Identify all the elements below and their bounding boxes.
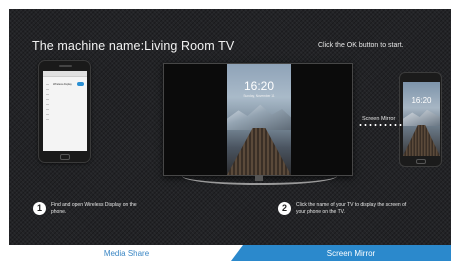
phone-home-button [416, 159, 426, 164]
mountain-image [227, 104, 291, 130]
tv-mirrored-phone-screen: 16:20 Sunday, November 11 [227, 64, 291, 175]
wireless-display-toggle [77, 82, 84, 86]
ok-hint-text: Click the OK button to start. [318, 42, 404, 49]
phone-home-button [60, 154, 70, 160]
pier-image [403, 125, 440, 156]
step-1-number-badge: 1 [33, 202, 46, 215]
step-1: 1 Find and open Wireless Display on the … [33, 202, 141, 215]
phone-lockscreen-time: 16:20 [411, 96, 432, 105]
step-1-text: Find and open Wireless Display on the ph… [51, 202, 137, 215]
tv-illustration: 16:20 Sunday, November 11 [163, 63, 353, 176]
step-2: 2 Click the name of your TV to display t… [278, 202, 416, 215]
screen-mirror-caption: Screen Mirror [362, 116, 396, 122]
tv-lockscreen-time: 16:20 [243, 79, 275, 93]
tv-lockscreen-date: Sunday, November 11 [243, 94, 275, 98]
step-2-number-badge: 2 [278, 202, 291, 215]
tab-screen-mirror[interactable]: Screen Mirror [231, 245, 451, 261]
phone-status-bar [43, 71, 87, 77]
settings-list-rail [45, 80, 50, 120]
step-2-text: Click the name of your TV to display the… [296, 202, 407, 215]
phone-settings-screen: Wireless display [43, 71, 87, 151]
pier-image [227, 128, 291, 175]
phone-illustration-settings: Wireless display [38, 60, 91, 163]
phone-speaker [59, 65, 72, 67]
phone-lockscreen: 16:20 [403, 82, 440, 156]
mirror-connection-dots [358, 124, 404, 126]
phone-illustration-lockscreen: 16:20 [399, 72, 442, 167]
wireless-display-setting-label: Wireless display [53, 83, 72, 86]
bottom-tab-bar: Media Share Screen Mirror [9, 245, 451, 261]
tab-media-share[interactable]: Media Share [9, 245, 244, 261]
mountain-image [403, 109, 440, 126]
machine-name-label: The machine name:Living Room TV [32, 39, 235, 53]
